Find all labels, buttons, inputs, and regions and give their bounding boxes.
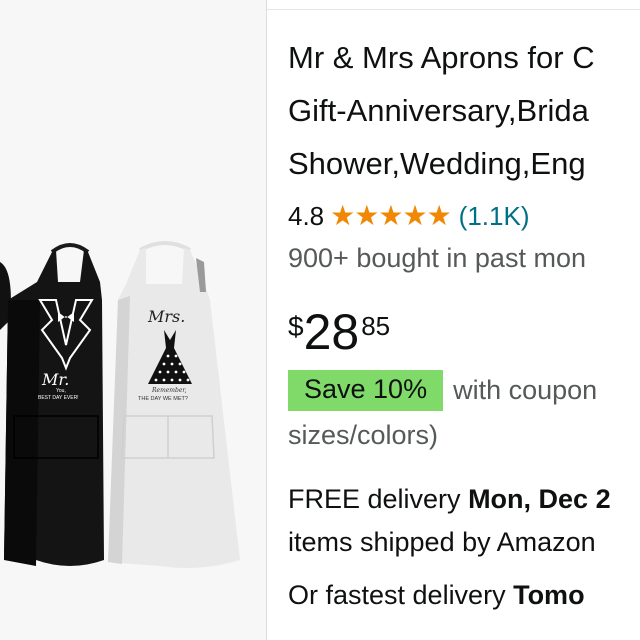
product-title-line-2[interactable]: Gift-Anniversary,Brida <box>288 93 589 129</box>
mrs-apron: Mrs. Remember, THE DAY WE MET? <box>108 241 240 568</box>
delivery-prefix: FREE delivery <box>288 484 469 514</box>
mr-apron: Mr. You, BEST DAY EVER! <box>4 243 104 566</box>
bought-in-past-month: 900+ bought in past mon <box>288 243 586 273</box>
star-rating-icon[interactable]: ★★★★★ <box>330 200 452 232</box>
mrs-print-sub1: Remember, <box>151 387 187 394</box>
price-fraction: 85 <box>361 311 391 341</box>
coupon-badge[interactable]: Save 10% <box>288 370 444 411</box>
mr-print-sub1: You, <box>56 388 66 394</box>
free-delivery-line: FREE delivery Mon, Dec 2 <box>288 484 611 515</box>
price-currency: $ <box>288 311 304 342</box>
product-image[interactable]: Mr. You, BEST DAY EVER! Mrs. Remember, T… <box>0 0 266 640</box>
sizes-colors-note: sizes/colors) <box>288 420 439 450</box>
fastest-date: Tomo <box>513 580 585 610</box>
price: $ 28 85 <box>288 305 390 359</box>
price-whole: 28 <box>303 304 360 360</box>
coupon-text: with coupon <box>453 375 598 405</box>
product-title-line-3[interactable]: Shower,Wedding,Eng <box>288 146 586 182</box>
product-title-line-1[interactable]: Mr & Mrs Aprons for C <box>288 40 595 76</box>
items-shipped-line: items shipped by Amazon <box>288 527 596 557</box>
mr-print-text: Mr. <box>41 370 69 389</box>
panel-divider <box>266 0 267 640</box>
mrs-print-sub2: THE DAY WE MET? <box>138 396 188 402</box>
rating-value: 4.8 <box>288 201 325 231</box>
review-count-link[interactable]: (1.1K) <box>459 200 530 232</box>
rating-row: 4.8 ★★★★★ (1.1K) <box>288 200 529 232</box>
coupon-row: Save 10% with coupon <box>288 370 597 411</box>
aprons-illustration: Mr. You, BEST DAY EVER! Mrs. Remember, T… <box>0 241 240 568</box>
delivery-date: Mon, Dec 2 <box>468 484 611 514</box>
mrs-print-text: Mrs. <box>147 307 185 326</box>
mr-print-sub2: BEST DAY EVER! <box>38 395 79 401</box>
product-details: Mr & Mrs Aprons for C Gift-Anniversary,B… <box>288 0 640 640</box>
fastest-prefix: Or fastest delivery <box>288 580 514 610</box>
fastest-delivery-line: Or fastest delivery Tomo <box>288 580 585 611</box>
